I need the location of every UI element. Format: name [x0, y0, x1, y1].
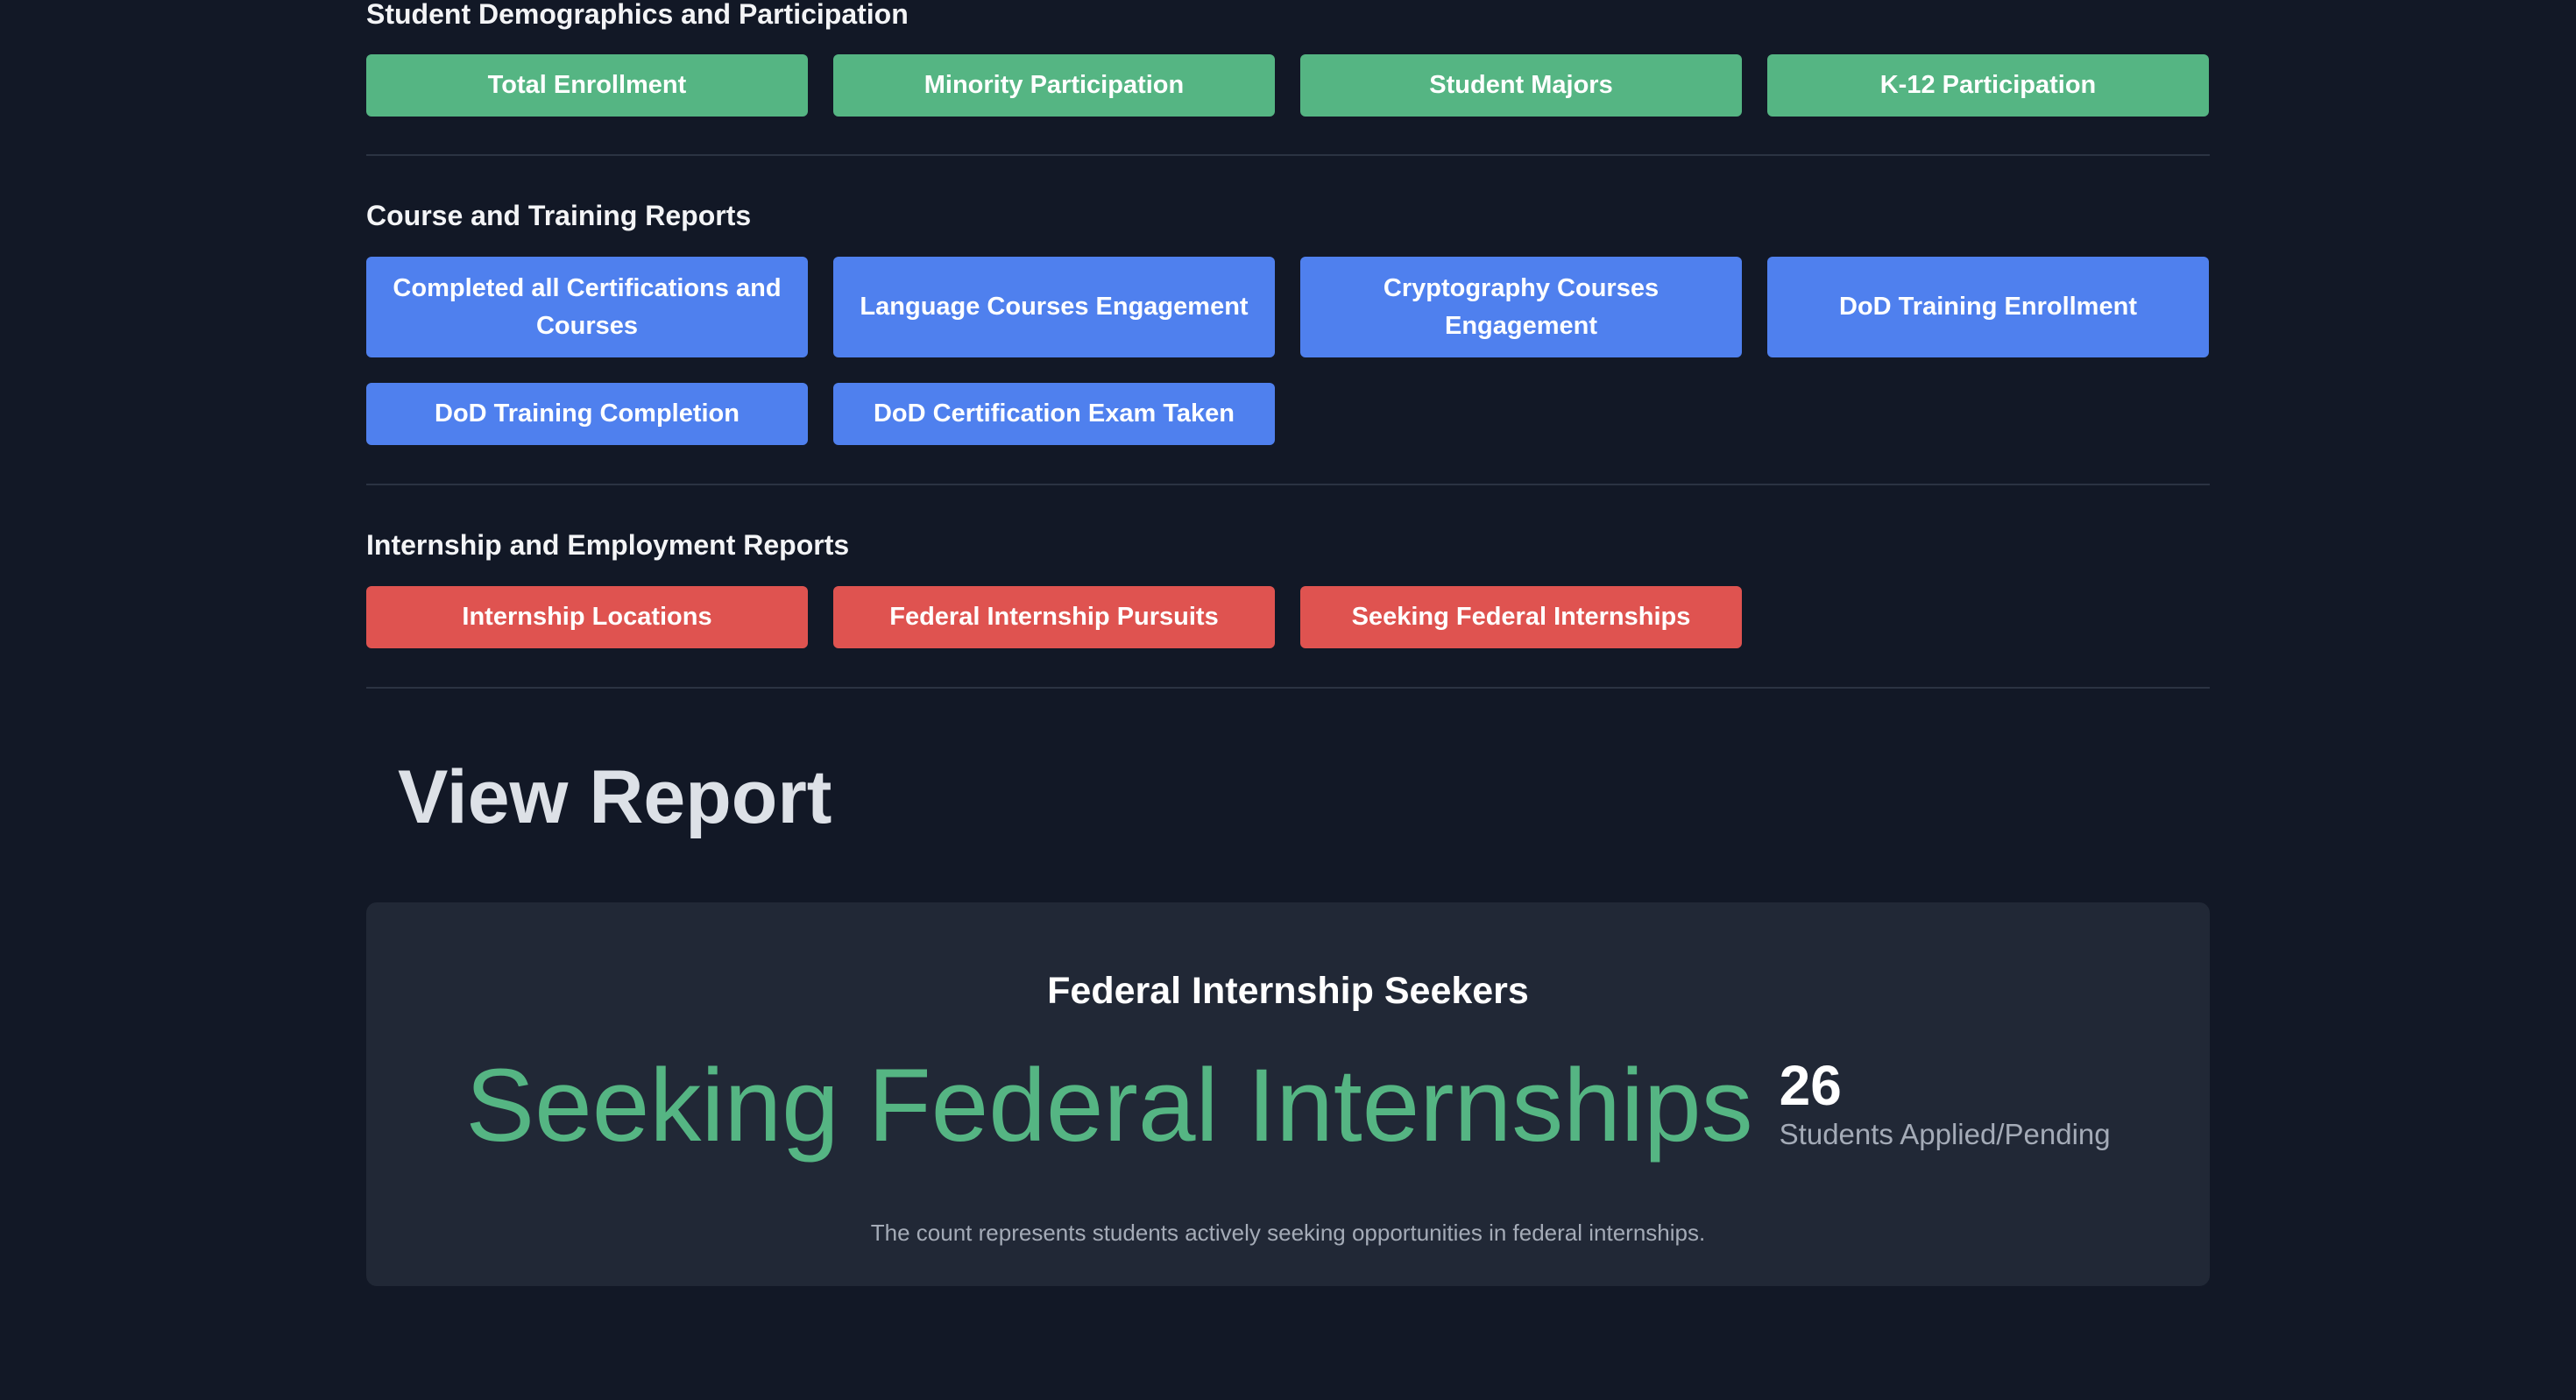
- divider: [366, 484, 2210, 485]
- metric-caption: Students Applied/Pending: [1779, 1118, 2111, 1150]
- divider: [366, 687, 2210, 689]
- completed-certifications-button[interactable]: Completed all Certifications and Courses: [366, 257, 808, 357]
- section-title-internships: Internship and Employment Reports: [366, 529, 850, 561]
- view-report-title: View Report: [398, 755, 832, 839]
- section-title-courses: Course and Training Reports: [366, 200, 752, 231]
- section-courses: Course and Training Reports: [366, 198, 2210, 233]
- internship-locations-button[interactable]: Internship Locations: [366, 586, 808, 648]
- seeking-federal-internships-button[interactable]: Seeking Federal Internships: [1300, 586, 1742, 648]
- courses-button-grid: Completed all Certifications and Courses…: [366, 257, 2209, 357]
- cryptography-courses-engagement-button[interactable]: Cryptography Courses Engagement: [1300, 257, 1742, 357]
- courses-button-grid-row-2: DoD Training Completion DoD Certificatio…: [366, 383, 2209, 445]
- section-internships: Internship and Employment Reports: [366, 527, 2210, 562]
- report-card-note: The count represents students actively s…: [870, 1220, 1706, 1246]
- total-enrollment-button[interactable]: Total Enrollment: [366, 54, 808, 117]
- metric-row: Seeking Federal Internships 26 Students …: [366, 1044, 2210, 1167]
- language-courses-engagement-button[interactable]: Language Courses Engagement: [833, 257, 1275, 357]
- dod-training-enrollment-button[interactable]: DoD Training Enrollment: [1767, 257, 2209, 357]
- k12-participation-button[interactable]: K-12 Participation: [1767, 54, 2209, 117]
- metric-label: Seeking Federal Internships: [465, 1048, 1753, 1163]
- federal-internship-pursuits-button[interactable]: Federal Internship Pursuits: [833, 586, 1275, 648]
- section-demographics: Student Demographics and Participation: [366, 0, 2210, 32]
- demographics-button-grid: Total Enrollment Minority Participation …: [366, 54, 2209, 117]
- section-title-demographics: Student Demographics and Participation: [366, 0, 909, 30]
- dod-certification-exam-taken-button[interactable]: DoD Certification Exam Taken: [833, 383, 1275, 445]
- metric-side: 26 Students Applied/Pending: [1780, 1054, 2111, 1157]
- report-card-title: Federal Internship Seekers: [1047, 970, 1529, 1012]
- dod-training-completion-button[interactable]: DoD Training Completion: [366, 383, 808, 445]
- metric-value: 26: [1779, 1054, 1842, 1117]
- divider: [366, 154, 2210, 156]
- report-card: Federal Internship Seekers Seeking Feder…: [366, 902, 2210, 1286]
- student-majors-button[interactable]: Student Majors: [1300, 54, 1742, 117]
- minority-participation-button[interactable]: Minority Participation: [833, 54, 1275, 117]
- internships-button-grid: Internship Locations Federal Internship …: [366, 586, 2209, 648]
